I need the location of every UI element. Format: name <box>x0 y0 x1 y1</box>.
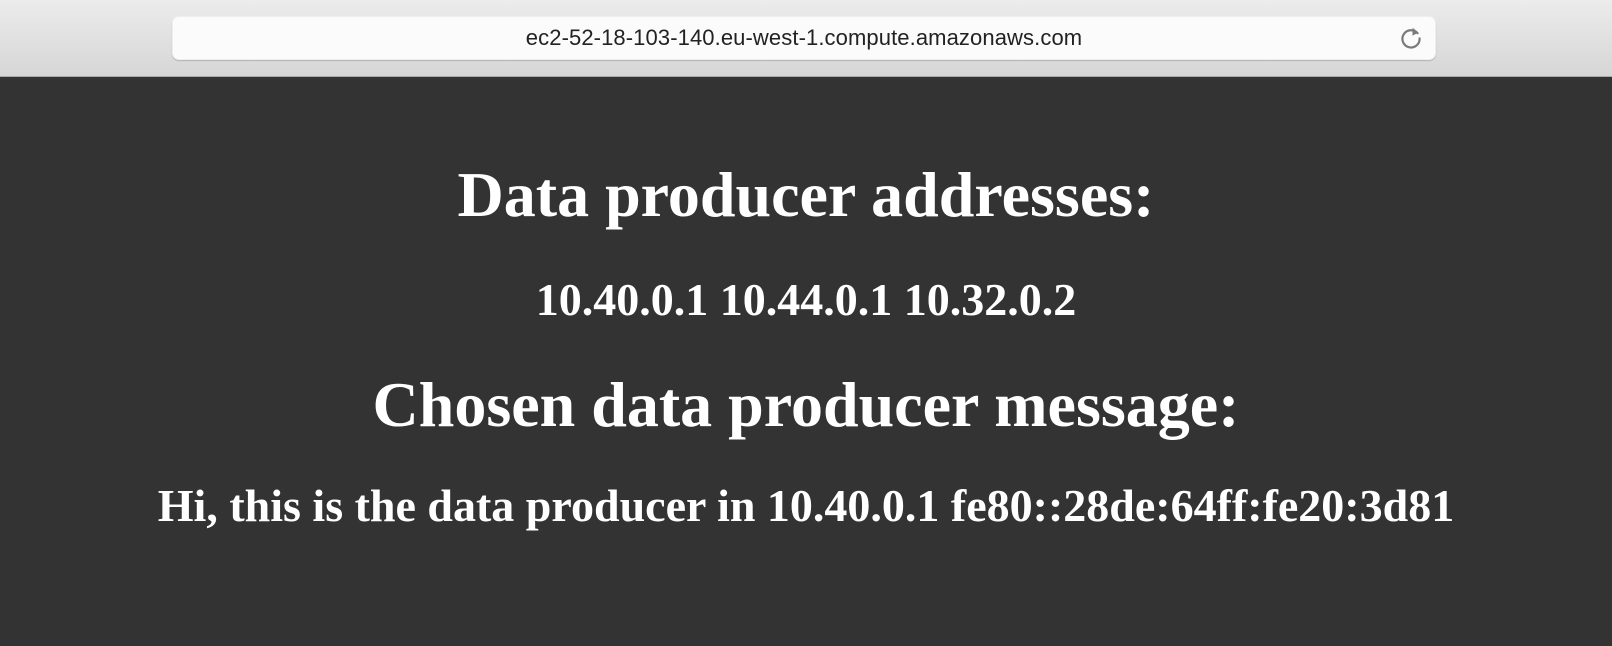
browser-toolbar: ec2-52-18-103-140.eu-west-1.compute.amaz… <box>0 0 1612 77</box>
address-bar[interactable]: ec2-52-18-103-140.eu-west-1.compute.amaz… <box>172 16 1436 60</box>
reload-icon <box>1401 27 1421 49</box>
addresses-heading: Data producer addresses: <box>457 159 1155 230</box>
producer-message: Hi, this is the data producer in 10.40.0… <box>157 480 1455 531</box>
message-heading: Chosen data producer message: <box>372 369 1240 440</box>
page-content: Data producer addresses: 10.40.0.1 10.44… <box>0 77 1612 646</box>
addresses-list: 10.40.0.1 10.44.0.1 10.32.0.2 <box>535 274 1077 325</box>
reload-button[interactable] <box>1396 23 1426 53</box>
url-text[interactable]: ec2-52-18-103-140.eu-west-1.compute.amaz… <box>172 16 1436 60</box>
